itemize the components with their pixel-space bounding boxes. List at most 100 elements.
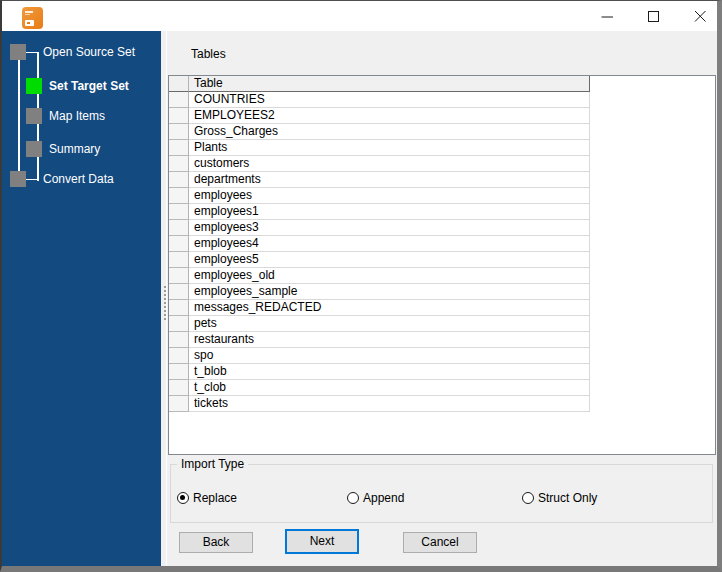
table-row[interactable]: customers <box>169 156 715 172</box>
table-name-cell[interactable]: t_blob <box>189 364 590 380</box>
radio-circle[interactable] <box>177 492 189 504</box>
row-header-cell[interactable] <box>169 156 189 172</box>
step-square-convert-data[interactable] <box>10 171 26 187</box>
radio-replace[interactable]: Replace <box>177 491 237 505</box>
table-name-cell[interactable]: employees_old <box>189 268 590 284</box>
radio-append[interactable]: Append <box>347 491 404 505</box>
row-header-cell[interactable] <box>169 268 189 284</box>
app-icon <box>22 7 43 29</box>
table-name-cell[interactable]: customers <box>189 156 590 172</box>
table-name-cell[interactable]: Plants <box>189 140 590 156</box>
table-name-cell[interactable]: employees3 <box>189 220 590 236</box>
row-header-cell[interactable] <box>169 236 189 252</box>
sidebar-step-map-items[interactable]: Map Items <box>49 108 105 124</box>
table-row[interactable]: employees5 <box>169 252 715 268</box>
table-row[interactable]: employees_sample <box>169 284 715 300</box>
step-square-summary[interactable] <box>26 141 42 157</box>
table-row[interactable]: employees1 <box>169 204 715 220</box>
table-row[interactable]: pets <box>169 316 715 332</box>
splitter-grip[interactable] <box>162 284 166 320</box>
radio-label-struct-only: Struct Only <box>538 491 597 505</box>
connector-line <box>18 60 20 172</box>
sidebar-step-set-target-set[interactable]: Set Target Set <box>49 78 129 94</box>
row-header-cell[interactable] <box>169 380 189 396</box>
table-name-cell[interactable]: t_clob <box>189 380 590 396</box>
sidebar-step-summary[interactable]: Summary <box>49 141 100 157</box>
table-row[interactable]: spo <box>169 348 715 364</box>
table-row[interactable]: t_blob <box>169 364 715 380</box>
row-header-cell[interactable] <box>169 316 189 332</box>
sidebar-step-convert-data[interactable]: Convert Data <box>43 171 114 187</box>
radio-struct-only[interactable]: Struct Only <box>522 491 597 505</box>
row-header-cell[interactable] <box>169 108 189 124</box>
row-header-cell[interactable] <box>169 284 189 300</box>
listview-corner-cell <box>169 76 189 92</box>
table-name-cell[interactable]: EMPLOYEES2 <box>189 108 590 124</box>
table-name-cell[interactable]: employees1 <box>189 204 590 220</box>
table-row[interactable]: employees3 <box>169 220 715 236</box>
dialog-window: Open Source Set Set Target Set Map Items… <box>0 0 722 572</box>
table-row[interactable]: employees_old <box>169 268 715 284</box>
row-header-cell[interactable] <box>169 140 189 156</box>
row-header-cell[interactable] <box>169 348 189 364</box>
close-button[interactable] <box>685 1 715 31</box>
wizard-sidebar: Open Source Set Set Target Set Map Items… <box>2 31 161 566</box>
step-square-set-target[interactable] <box>26 78 42 94</box>
radio-circle[interactable] <box>522 492 534 504</box>
step-square-open-source[interactable] <box>10 44 26 60</box>
import-type-groupbox: Import Type <box>170 464 713 523</box>
table-name-cell[interactable]: restaurants <box>189 332 590 348</box>
row-header-cell[interactable] <box>169 300 189 316</box>
row-header-cell[interactable] <box>169 364 189 380</box>
table-column-header[interactable]: Table <box>189 76 590 92</box>
row-header-cell[interactable] <box>169 252 189 268</box>
table-name-cell[interactable]: COUNTRIES <box>189 92 590 108</box>
step-square-map-items[interactable] <box>26 108 42 124</box>
radio-label-append: Append <box>363 491 404 505</box>
tables-listview: Table COUNTRIESEMPLOYEES2Gross_ChargesPl… <box>168 75 716 455</box>
row-header-cell[interactable] <box>169 92 189 108</box>
table-name-cell[interactable]: employees_sample <box>189 284 590 300</box>
table-row[interactable]: COUNTRIES <box>169 92 715 108</box>
row-header-cell[interactable] <box>169 332 189 348</box>
tables-section-label: Tables <box>191 47 226 61</box>
table-row[interactable]: messages_REDACTED <box>169 300 715 316</box>
row-header-cell[interactable] <box>169 172 189 188</box>
table-row[interactable]: EMPLOYEES2 <box>169 108 715 124</box>
table-row[interactable]: departments <box>169 172 715 188</box>
close-icon <box>694 10 707 23</box>
minimize-icon <box>601 10 614 23</box>
table-name-cell[interactable]: pets <box>189 316 590 332</box>
table-row[interactable]: t_clob <box>169 380 715 396</box>
row-header-cell[interactable] <box>169 396 189 412</box>
main-panel: Tables Table COUNTRIESEMPLOYEES2Gross_Ch… <box>161 31 717 566</box>
row-header-cell[interactable] <box>169 220 189 236</box>
table-name-cell[interactable]: tickets <box>189 396 590 412</box>
radio-circle[interactable] <box>347 492 359 504</box>
row-header-cell[interactable] <box>169 204 189 220</box>
table-name-cell[interactable]: employees5 <box>189 252 590 268</box>
radio-label-replace: Replace <box>193 491 237 505</box>
table-row[interactable]: Plants <box>169 140 715 156</box>
cancel-button[interactable]: Cancel <box>403 532 477 553</box>
table-row[interactable]: employees <box>169 188 715 204</box>
maximize-icon <box>647 10 660 23</box>
table-name-cell[interactable]: messages_REDACTED <box>189 300 590 316</box>
table-name-cell[interactable]: employees <box>189 188 590 204</box>
table-row[interactable]: restaurants <box>169 332 715 348</box>
connector-line <box>26 52 38 54</box>
table-name-cell[interactable]: employees4 <box>189 236 590 252</box>
sidebar-step-open-source-set[interactable]: Open Source Set <box>43 44 135 60</box>
back-button[interactable]: Back <box>179 532 253 553</box>
row-header-cell[interactable] <box>169 124 189 140</box>
maximize-button[interactable] <box>638 1 668 31</box>
table-name-cell[interactable]: departments <box>189 172 590 188</box>
table-name-cell[interactable]: Gross_Charges <box>189 124 590 140</box>
minimize-button[interactable] <box>592 1 622 31</box>
table-row[interactable]: Gross_Charges <box>169 124 715 140</box>
table-name-cell[interactable]: spo <box>189 348 590 364</box>
row-header-cell[interactable] <box>169 188 189 204</box>
next-button[interactable]: Next <box>285 529 359 554</box>
table-row[interactable]: tickets <box>169 396 715 412</box>
table-row[interactable]: employees4 <box>169 236 715 252</box>
